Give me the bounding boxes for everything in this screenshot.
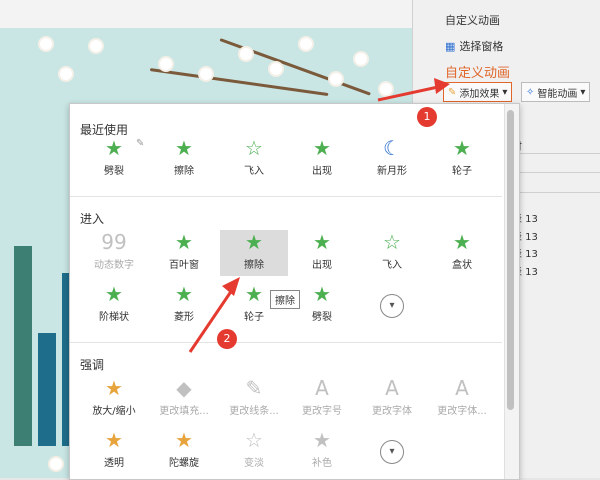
annotation-arrow-1 (377, 85, 439, 102)
step-badge-2: 2 (217, 329, 237, 349)
annotation-arrows (188, 78, 450, 353)
arrow-head-icon (222, 277, 240, 296)
step-badge-1: 1 (417, 107, 437, 127)
arrow-head-icon (434, 78, 450, 94)
